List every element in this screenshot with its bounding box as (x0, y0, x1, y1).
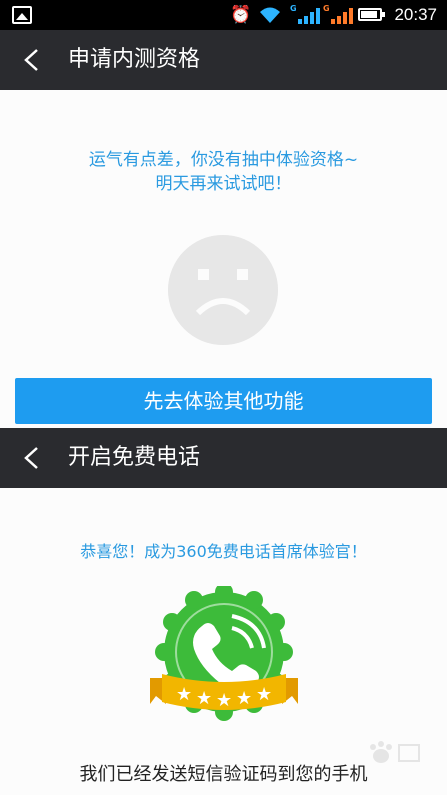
svg-text:★: ★ (236, 688, 252, 709)
status-bar: ⏰ G G 20:37 (0, 0, 447, 30)
congrats-message: 恭喜您！成为360免费电话首席体验官！ (80, 542, 367, 561)
page-title: 申请内测资格 (68, 47, 201, 72)
status-time: 20:37 (394, 5, 437, 24)
result-message: 运气有点差，你没有抽中体验资格~ 明天再来试试吧！ (88, 150, 359, 194)
picture-icon (12, 6, 32, 24)
sad-face-icon (168, 235, 278, 345)
title-bar: 开启免费电话 (0, 428, 447, 488)
svg-text:★: ★ (176, 684, 192, 705)
watermark-logo (370, 741, 420, 763)
result-panel: 运气有点差，你没有抽中体验资格~ 明天再来试试吧！ 先去体验其他功能 (0, 90, 447, 428)
battery-icon (358, 8, 385, 21)
try-other-features-button[interactable]: 先去体验其他功能 (15, 378, 432, 424)
signal-icon: G (290, 4, 322, 24)
title-bar: 申请内测资格 (0, 30, 447, 90)
phone-badge-icon: ★ ★ ★ ★ ★ (150, 586, 298, 721)
svg-text:★: ★ (256, 684, 272, 705)
signal-icon: G (323, 4, 355, 24)
svg-text:★: ★ (196, 688, 212, 709)
wifi-icon (260, 7, 280, 23)
back-arrow-icon[interactable] (22, 48, 42, 72)
page-title: 开启免费电话 (68, 445, 201, 470)
back-arrow-icon[interactable] (22, 446, 42, 470)
success-panel: 恭喜您！成为360免费电话首席体验官！ ★ ★ ★ ★ ★ 我们已经发送短信验证… (0, 488, 447, 795)
alarm-icon: ⏰ (230, 5, 252, 25)
svg-text:★: ★ (216, 690, 232, 711)
